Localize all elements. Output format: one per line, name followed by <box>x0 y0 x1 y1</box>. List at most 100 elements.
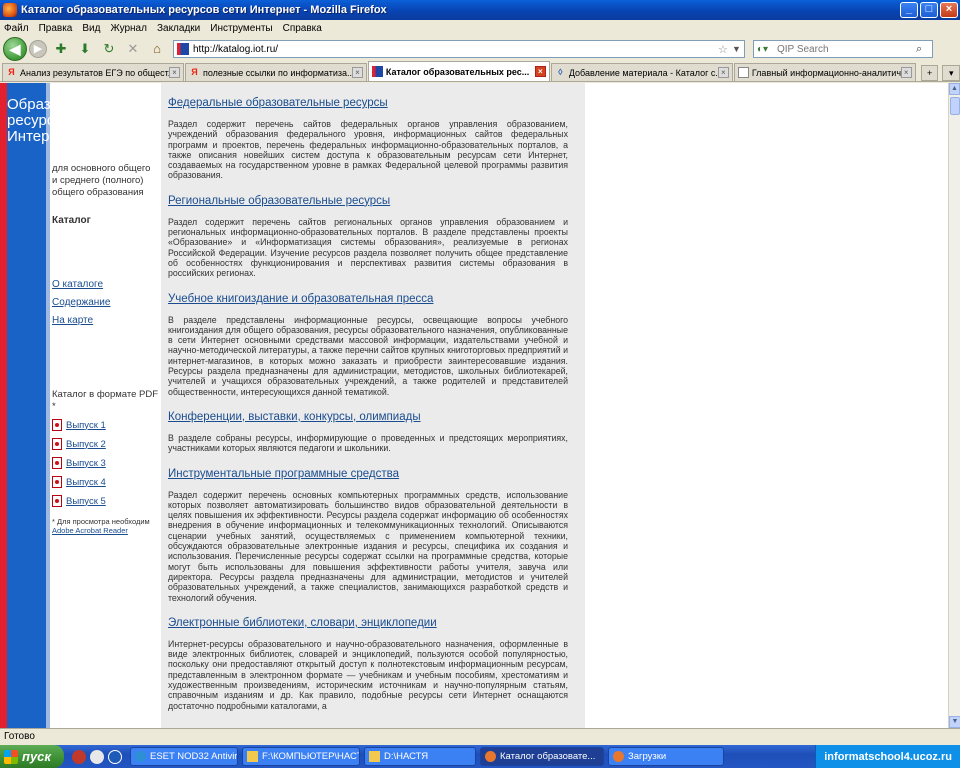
tray-text: informatschool4.ucoz.ru <box>824 750 952 763</box>
tab-close-icon[interactable]: × <box>351 67 363 78</box>
vertical-scrollbar[interactable]: ▲ ▼ <box>948 83 960 728</box>
stop-icon[interactable]: ✕ <box>123 39 143 59</box>
tab-5[interactable]: Главный информационно-аналитич... × <box>733 63 916 81</box>
pdf-item[interactable]: Выпуск 5 <box>52 495 106 507</box>
tab-2[interactable]: Я полезные ссылки по информатиза... × <box>184 63 367 81</box>
menu-history[interactable]: Журнал <box>110 23 147 34</box>
task-firefox[interactable]: Каталог образовате... <box>480 747 604 766</box>
download-icon[interactable]: ⬇ <box>75 39 95 59</box>
sidebar-link-map[interactable]: На карте <box>52 315 110 326</box>
section-text: В разделе представлены информационные ре… <box>168 314 568 397</box>
opera-icon[interactable] <box>72 749 86 764</box>
task-eset[interactable]: ESET NOD32 Antivirus <box>130 747 238 766</box>
section-regional: Региональные образовательные ресурсы Раз… <box>168 195 568 279</box>
taskbar: пуск ESET NOD32 Antivirus F:\КОМПЬЮТЕР\Н… <box>0 745 960 768</box>
desktop-icon[interactable] <box>90 749 104 764</box>
browser-icon[interactable] <box>108 749 122 764</box>
pdf-link-2[interactable]: Выпуск 2 <box>66 439 106 450</box>
tab-close-icon[interactable]: × <box>168 67 180 78</box>
status-text: Готово <box>4 731 35 742</box>
tab-label: Каталог образовательных рес... <box>385 66 530 77</box>
windows-logo-icon <box>4 749 18 764</box>
tab-scroll-icon[interactable]: ▾ <box>942 65 960 81</box>
tab-close-icon[interactable]: × <box>900 67 912 78</box>
pdf-icon <box>52 419 62 431</box>
tab-close-icon[interactable]: × <box>717 67 729 78</box>
tab-list-icon[interactable]: + <box>920 65 939 81</box>
section-text: Раздел содержит перечень основных компью… <box>168 489 568 603</box>
reload-icon[interactable]: ↻ <box>99 39 119 59</box>
task-label: Каталог образовате... <box>500 751 596 762</box>
menu-bookmarks[interactable]: Закладки <box>157 23 200 34</box>
acrobat-reader-link[interactable]: Adobe Acrobat Reader <box>52 526 152 535</box>
search-icon[interactable]: ⌕ <box>916 43 932 56</box>
search-engine-icon[interactable]: ◐▾ <box>757 44 777 55</box>
minimize-button[interactable]: _ <box>900 2 918 18</box>
close-button[interactable]: × <box>940 2 958 18</box>
catalog-label: Каталог <box>52 215 91 226</box>
pdf-icon <box>52 476 62 488</box>
site-title-line-2: ресурсы сети <box>7 112 100 129</box>
section-title[interactable]: Конференции, выставки, конкурсы, олимпиа… <box>168 411 568 423</box>
scroll-up-icon[interactable]: ▲ <box>949 83 960 95</box>
quick-launch <box>72 749 126 764</box>
pdf-item[interactable]: Выпуск 2 <box>52 438 106 450</box>
chevron-down-icon[interactable]: ▼ <box>732 44 744 54</box>
menu-file[interactable]: Файл <box>4 23 29 34</box>
task-label: Загрузки <box>628 751 667 762</box>
tab-close-icon[interactable]: × <box>534 66 546 77</box>
pdf-link-1[interactable]: Выпуск 1 <box>66 420 106 431</box>
pdf-link-5[interactable]: Выпуск 5 <box>66 496 106 507</box>
back-button[interactable]: ◀ <box>3 37 27 61</box>
task-label: ESET NOD32 Antivirus <box>150 751 238 762</box>
pdf-item[interactable]: Выпуск 1 <box>52 419 106 431</box>
tab-1[interactable]: Я Анализ результатов ЕГЭ по общест... × <box>2 63 184 81</box>
home-icon[interactable]: ⌂ <box>147 39 167 59</box>
task-downloads[interactable]: Загрузки <box>608 747 724 766</box>
bookmark-star-icon[interactable]: ☆ <box>718 43 732 56</box>
pdf-icon <box>52 438 62 450</box>
tab-label: Добавление материала - Каталог с... <box>568 67 718 78</box>
section-federal: Федеральные образовательные ресурсы Разд… <box>168 97 568 181</box>
section-title[interactable]: Инструментальные программные средства <box>168 468 568 480</box>
light-blue-stripe <box>46 83 50 728</box>
pdf-list: Выпуск 1 Выпуск 2 Выпуск 3 Выпуск 4 Выпу… <box>52 419 106 514</box>
pdf-item[interactable]: Выпуск 3 <box>52 457 106 469</box>
tab-3[interactable]: Каталог образовательных рес... × <box>367 61 550 81</box>
menu-edit[interactable]: Правка <box>39 23 73 34</box>
site-title-line-3: Интернет <box>7 128 73 145</box>
section-title[interactable]: Региональные образовательные ресурсы <box>168 195 568 207</box>
search-box[interactable]: ◐▾ ⌕ <box>753 40 933 58</box>
menu-view[interactable]: Вид <box>82 23 100 34</box>
add-bookmark-icon[interactable]: ✚ <box>51 39 71 59</box>
site-title-line-1: Образовательные <box>7 96 134 113</box>
scroll-thumb[interactable] <box>950 97 960 115</box>
window-title: Каталог образовательных ресурсов сети Ин… <box>21 4 387 16</box>
url-text[interactable]: http://katalog.iot.ru/ <box>193 44 718 55</box>
forward-button[interactable]: ▶ <box>29 40 47 58</box>
section-title[interactable]: Учебное книгоиздание и образовательная п… <box>168 293 568 305</box>
pdf-item[interactable]: Выпуск 4 <box>52 476 106 488</box>
task-folder-d[interactable]: D:\НАСТЯ <box>364 747 476 766</box>
sidebar-link-contents[interactable]: Содержание <box>52 297 110 308</box>
scroll-down-icon[interactable]: ▼ <box>949 716 960 728</box>
search-input[interactable] <box>777 43 916 55</box>
section-title[interactable]: Электронные библиотеки, словари, энцикло… <box>168 617 568 629</box>
firefox-icon <box>485 751 496 762</box>
section-text: Раздел содержит перечень сайтов федераль… <box>168 119 568 181</box>
section-tools: Инструментальные программные средства Ра… <box>168 468 568 603</box>
menu-tools[interactable]: Инструменты <box>210 23 272 34</box>
start-button[interactable]: пуск <box>0 745 64 768</box>
menu-help[interactable]: Справка <box>283 23 322 34</box>
eset-icon <box>135 751 146 762</box>
sidebar-link-about[interactable]: О каталоге <box>52 279 110 290</box>
tab-4[interactable]: ◊ Добавление материала - Каталог с... × <box>550 63 733 81</box>
tab-label: Главный информационно-аналитич... <box>751 67 901 78</box>
pdf-link-4[interactable]: Выпуск 4 <box>66 477 106 488</box>
address-bar[interactable]: http://katalog.iot.ru/ ☆ ▼ <box>173 40 745 58</box>
maximize-button[interactable]: □ <box>920 2 938 18</box>
task-folder-f[interactable]: F:\КОМПЬЮТЕР\НАСТЯ <box>242 747 360 766</box>
section-title[interactable]: Федеральные образовательные ресурсы <box>168 97 568 109</box>
site-subtitle: для основного общего и среднего (полного… <box>52 163 151 198</box>
pdf-link-3[interactable]: Выпуск 3 <box>66 458 106 469</box>
